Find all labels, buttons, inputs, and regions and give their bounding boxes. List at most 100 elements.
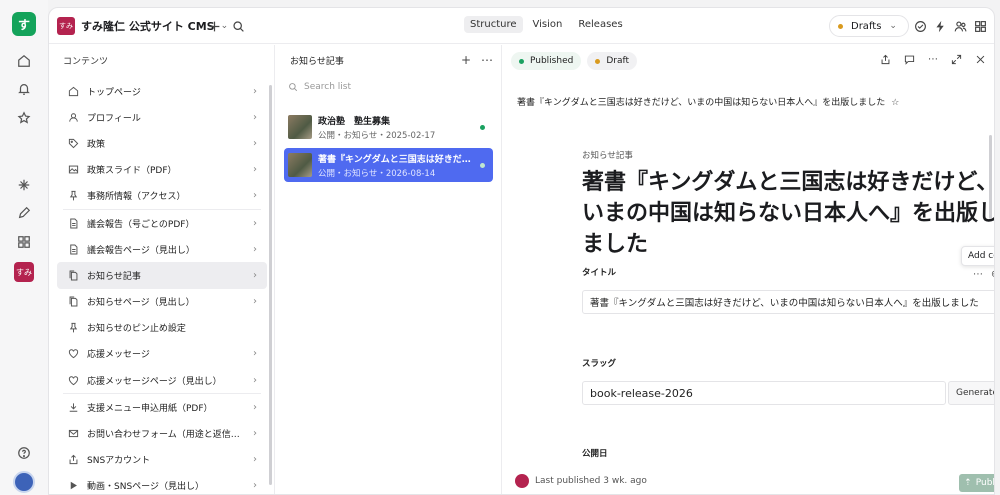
chevron-right-icon: › bbox=[253, 137, 257, 149]
nav-item-label: お知らせページ（見出し） bbox=[87, 298, 195, 309]
nav-item-news-page[interactable]: お知らせページ（見出し） › bbox=[57, 289, 267, 315]
tab-vision[interactable]: Vision bbox=[527, 16, 569, 33]
document-list-item[interactable]: 政治塾 塾生募集 公開・お知らせ・2025-02-17 bbox=[284, 110, 493, 144]
publish-label: Publish bbox=[975, 478, 995, 488]
app-logo[interactable]: す bbox=[12, 12, 36, 36]
published-dot-icon bbox=[519, 58, 524, 64]
plus-icon[interactable] bbox=[205, 17, 223, 35]
nav-item-office-info[interactable]: 事務所情報（アクセス） › bbox=[57, 183, 267, 209]
search-icon bbox=[289, 83, 298, 92]
nav-item-sns-accounts[interactable]: SNSアカウント › bbox=[57, 447, 267, 473]
help-icon[interactable] bbox=[13, 442, 35, 464]
chevron-right-icon: › bbox=[253, 374, 257, 386]
image-icon bbox=[65, 164, 81, 175]
nav-item-top-page[interactable]: トップページ › bbox=[57, 78, 267, 104]
list-pane-actions: + ⋯ bbox=[461, 53, 493, 67]
grid-icon[interactable] bbox=[971, 17, 989, 35]
perspective-picker[interactable]: Drafts ⌄ bbox=[829, 15, 909, 37]
top-bar: すみ すみ隆仁 公式サイト CMS ⌄ Structure Vision Rel… bbox=[49, 8, 994, 44]
workspace-avatar[interactable]: すみ bbox=[14, 262, 34, 282]
more-icon[interactable]: ⋯ bbox=[481, 53, 493, 67]
document-list-item[interactable]: 著書『キングダムと三国志は好きだけど、… 公開・お知らせ・2026-08-14 bbox=[284, 148, 493, 182]
draft-pill[interactable]: Draft bbox=[587, 52, 638, 70]
workspace-name: すみ隆仁 公式サイト CMS bbox=[81, 20, 215, 33]
content-nav: トップページ › プロフィール › 政策 › 政策スライド（PDF） › 事務所… bbox=[57, 78, 267, 494]
nav-item-council-reports[interactable]: 議会報告（号ごとのPDF） › bbox=[57, 210, 267, 236]
published-pill[interactable]: Published bbox=[511, 52, 582, 70]
nav-item-news-pin-settings[interactable]: お知らせのピン止め設定 bbox=[57, 315, 267, 341]
workspace-switcher[interactable]: すみ すみ隆仁 公式サイト CMS ⌄ bbox=[57, 16, 228, 36]
heart-icon bbox=[65, 348, 81, 359]
nav-item-support-messages[interactable]: 応援メッセージ › bbox=[57, 341, 267, 367]
chevron-right-icon: › bbox=[253, 217, 257, 229]
nav-item-label: 事務所情報（アクセス） bbox=[87, 192, 186, 203]
presence-icon[interactable] bbox=[951, 17, 969, 35]
list-pane-header: お知らせ記事 + ⋯ bbox=[276, 45, 501, 75]
user-avatar[interactable] bbox=[13, 471, 35, 493]
nav-item-label: 政策 bbox=[87, 139, 106, 150]
tab-structure[interactable]: Structure bbox=[464, 16, 523, 33]
tab-releases[interactable]: Releases bbox=[572, 16, 628, 33]
bell-icon[interactable] bbox=[13, 78, 35, 100]
check-circle-icon[interactable] bbox=[911, 17, 929, 35]
version-pills: Published Draft bbox=[511, 52, 638, 70]
scrollbar[interactable] bbox=[989, 135, 992, 219]
title-field[interactable]: 著書『キングダムと三国志は好きだけど、いまの中国は知らない日本人へ』を出版しまし… bbox=[582, 290, 994, 314]
nav-item-label: SNSアカウント bbox=[87, 456, 151, 467]
home-icon[interactable] bbox=[13, 50, 35, 72]
nav-item-support-message-page[interactable]: 応援メッセージページ（見出し） › bbox=[57, 367, 267, 393]
editor-footer: Last published 3 wk. ago bbox=[503, 466, 994, 494]
nav-item-policy[interactable]: 政策 › bbox=[57, 130, 267, 156]
more-icon[interactable]: ⋯ bbox=[973, 269, 983, 280]
play-icon bbox=[65, 480, 81, 491]
nav-item-policy-slides[interactable]: 政策スライド（PDF） › bbox=[57, 157, 267, 183]
nav-item-news-articles[interactable]: お知らせ記事 › bbox=[57, 262, 267, 289]
star-icon[interactable]: ☆ bbox=[891, 98, 899, 108]
content-pane: コンテンツ トップページ › プロフィール › 政策 › 政策スライド（PDF）… bbox=[49, 45, 275, 494]
content-pane-title: コンテンツ bbox=[63, 56, 109, 67]
pen-icon[interactable] bbox=[13, 202, 35, 224]
pin-icon bbox=[65, 190, 81, 201]
nav-item-label: お問い合わせフォーム（用途と返信… bbox=[87, 430, 240, 441]
nav-item-support-form-pdf[interactable]: 支援メニュー申込用紙（PDF） › bbox=[57, 394, 267, 420]
publish-date-field-label: 公開日 bbox=[582, 449, 608, 459]
publish-icon: ⇡ bbox=[964, 478, 972, 488]
scrollbar[interactable] bbox=[269, 85, 272, 485]
tool-tabs: Structure Vision Releases bbox=[464, 16, 629, 33]
grid-icon[interactable] bbox=[13, 231, 35, 253]
editor-actions: ⋯ bbox=[880, 54, 986, 68]
comment-icon[interactable] bbox=[904, 54, 915, 68]
bolt-icon[interactable] bbox=[931, 17, 949, 35]
mail-icon bbox=[65, 428, 81, 439]
expand-icon[interactable] bbox=[951, 54, 962, 68]
share-icon bbox=[65, 454, 81, 465]
nav-item-contact-form[interactable]: お問い合わせフォーム（用途と返信… › bbox=[57, 420, 267, 446]
search-icon[interactable] bbox=[229, 17, 247, 35]
plus-icon[interactable]: + bbox=[461, 53, 471, 67]
chevron-right-icon: › bbox=[253, 164, 257, 176]
publish-button[interactable]: ⇡ Publish bbox=[959, 474, 995, 492]
nav-item-profile[interactable]: プロフィール › bbox=[57, 104, 267, 130]
document-title-text: 著書『キングダムと三国志は好きだけど、いまの中国は知らない日本人へ』を出版しまし… bbox=[517, 98, 886, 108]
chevron-right-icon: › bbox=[253, 190, 257, 202]
nav-item-council-report-page[interactable]: 議会報告ページ（見出し） › bbox=[57, 236, 267, 262]
sparkle-icon[interactable] bbox=[13, 174, 35, 196]
star-icon[interactable] bbox=[13, 107, 35, 129]
generate-slug-button[interactable]: Generate bbox=[948, 381, 994, 405]
chevron-right-icon: › bbox=[253, 480, 257, 492]
document-heading: 著書『キングダムと三国志は好きだけど、いまの中国は知らない日本人へ』を出版しまし… bbox=[582, 170, 995, 257]
search-input[interactable]: Search list bbox=[288, 78, 351, 96]
close-icon[interactable] bbox=[975, 54, 986, 68]
add-comment-icon[interactable]: ⊕ bbox=[991, 269, 994, 280]
nav-item-label: プロフィール bbox=[87, 113, 141, 124]
documents-icon bbox=[65, 270, 81, 281]
share-icon[interactable] bbox=[880, 54, 891, 68]
nav-item-video-sns-page[interactable]: 動画・SNSページ（見出し） › bbox=[57, 473, 267, 494]
slug-field[interactable]: book-release-2026 bbox=[582, 381, 946, 405]
more-icon[interactable]: ⋯ bbox=[928, 54, 938, 68]
list-pane-title: お知らせ記事 bbox=[290, 56, 344, 67]
nav-item-label: 議会報告（号ごとのPDF） bbox=[87, 219, 195, 230]
chevron-down-icon: ⌄ bbox=[889, 21, 897, 31]
document-thumbnail bbox=[288, 153, 312, 177]
document-type-label: お知らせ記事 bbox=[582, 151, 633, 161]
